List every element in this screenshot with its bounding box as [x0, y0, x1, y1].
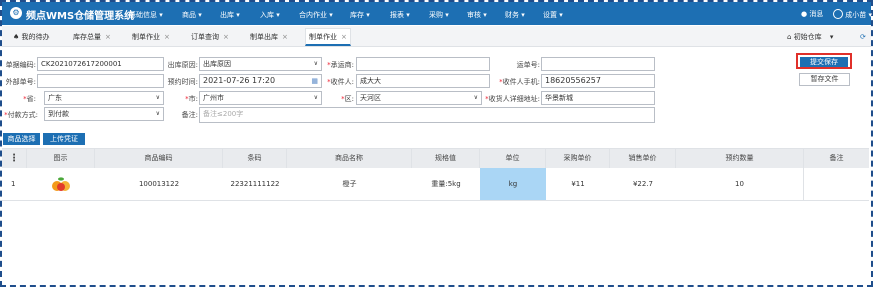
- menu-in-warehouse-ops[interactable]: 合内作业 ▾: [299, 10, 333, 20]
- close-icon[interactable]: ×: [164, 33, 170, 41]
- submit-save-button[interactable]: 提交保存: [800, 57, 848, 67]
- close-icon[interactable]: ×: [282, 33, 288, 41]
- payment-select[interactable]: 到付款 ∨: [44, 107, 164, 121]
- menu-finance[interactable]: 财务 ▾: [505, 10, 525, 20]
- waybill-field[interactable]: [541, 57, 655, 71]
- tab-strip: ♠ 我的待办 库存总量 × 制单作业 × 订单查询 × 制单出库 × 制单作业 × ⌂ 初…: [2, 26, 871, 47]
- out-reason-label: 出库原因:: [167, 61, 198, 69]
- remark-label: 备注:: [181, 111, 198, 119]
- carrier-field[interactable]: [356, 57, 490, 71]
- payment-label: *付款方式:: [4, 111, 38, 119]
- col-remark: 备注: [829, 154, 844, 162]
- menu-inventory[interactable]: 库存 ▾: [350, 10, 370, 20]
- messages-link[interactable]: ● 消息: [801, 9, 823, 19]
- menu-basic-info[interactable]: 基础信息 ▾: [129, 10, 163, 20]
- tab-order-make[interactable]: 制单作业 ×: [129, 29, 173, 45]
- external-no-label: 外部单号:: [5, 78, 36, 86]
- home-icon: ♠: [13, 33, 20, 41]
- cell-remark[interactable]: [804, 168, 869, 200]
- warehouse-icon: ⌂: [787, 33, 792, 41]
- chevron-down-icon: ∨: [313, 94, 318, 101]
- col-code: 商品编码: [95, 149, 223, 168]
- col-barcode: 条码: [223, 149, 287, 168]
- cell-barcode: 22321111122: [230, 180, 280, 188]
- recipient-label: *收件人:: [327, 78, 354, 86]
- city-label: *市:: [185, 95, 198, 103]
- close-icon[interactable]: ×: [223, 33, 229, 41]
- tab-order-make-active[interactable]: 制单作业 ×: [305, 28, 351, 46]
- cell-purchase-price: ¥11: [571, 180, 585, 188]
- doc-no-field[interactable]: CK2021072617200001: [37, 57, 164, 71]
- external-no-field[interactable]: [37, 74, 164, 88]
- district-label: *区:: [341, 95, 354, 103]
- recipient-phone-label: *收件人手机:: [499, 78, 540, 86]
- cell-name: 橙子: [342, 180, 357, 188]
- col-purchase-price: 采购单价: [546, 149, 610, 168]
- carrier-label: *承运商:: [327, 61, 354, 69]
- remark-textarea[interactable]: 备注≤200字: [199, 107, 655, 123]
- tab-order-query[interactable]: 订单查询 ×: [188, 29, 232, 45]
- upload-voucher-button[interactable]: 上传凭证: [43, 133, 85, 145]
- calendar-icon[interactable]: ▦: [311, 75, 318, 87]
- app-title: 频点WMS仓储管理系统: [26, 11, 135, 22]
- district-select[interactable]: 天河区 ∨: [356, 91, 482, 105]
- appt-time-field[interactable]: 2021-07-26 17:20 ▦: [199, 74, 322, 88]
- menu-settings[interactable]: 设置 ▾: [543, 10, 563, 20]
- cell-unit[interactable]: kg: [480, 168, 546, 200]
- user-icon: [833, 9, 843, 19]
- chevron-down-icon: ▾: [829, 33, 834, 41]
- cell-spec: 重量:5kg: [431, 180, 461, 188]
- col-image: 图示: [27, 149, 95, 168]
- tab-inventory-total[interactable]: 库存总量 ×: [70, 29, 114, 45]
- bell-icon: ●: [801, 10, 808, 18]
- waybill-label: 运单号:: [516, 61, 540, 69]
- orange-fruit-icon: [52, 177, 70, 191]
- top-navbar: ⚙ 频点WMS仓储管理系统 基础信息 ▾ 商品 ▾ 出库 ▾ 入库 ▾ 合内作业…: [2, 2, 872, 25]
- menu-goods[interactable]: 商品 ▾: [182, 10, 202, 20]
- logo-icon: ⚙: [10, 7, 22, 19]
- address-field[interactable]: 华景新城: [541, 91, 655, 105]
- menu-outbound[interactable]: 出库 ▾: [220, 10, 240, 20]
- tab-my-todo[interactable]: ♠ 我的待办: [10, 29, 53, 45]
- address-label: *收货人详细地址:: [485, 95, 540, 103]
- recipient-phone-field[interactable]: 18620556257: [541, 74, 655, 88]
- column-menu-icon[interactable]: ⋮: [2, 149, 27, 168]
- cell-code: 100013122: [138, 180, 180, 188]
- warehouse-selector[interactable]: ⌂ 初始仓库 ▾: [784, 29, 836, 45]
- col-unit: 单位: [480, 149, 546, 168]
- col-sale-price: 销售单价: [610, 149, 676, 168]
- close-icon[interactable]: ×: [105, 33, 111, 41]
- menu-reports[interactable]: 报表 ▾: [390, 10, 410, 20]
- province-label: *省:: [23, 95, 36, 103]
- menu-inbound[interactable]: 入库 ▾: [260, 10, 280, 20]
- table-header: ⋮ 图示 商品编码 条码 商品名称 规格值 单位 采购单价 销售单价 预约数量 …: [2, 148, 869, 169]
- chevron-down-icon: ∨: [313, 60, 318, 67]
- product-thumbnail: [27, 168, 95, 200]
- city-select[interactable]: 广州市 ∨: [199, 91, 322, 105]
- col-name: 商品名称: [287, 149, 412, 168]
- user-menu[interactable]: 成小苗 ▾: [833, 9, 872, 20]
- tab-order-outbound[interactable]: 制单出库 ×: [247, 29, 291, 45]
- save-draft-button[interactable]: 暂存文件: [799, 73, 850, 86]
- refresh-icon[interactable]: ⟳: [857, 29, 869, 45]
- recipient-field[interactable]: 成大大: [356, 74, 490, 88]
- menu-purchase[interactable]: 采购 ▾: [429, 10, 449, 20]
- cell-sale-price: ¥22.7: [632, 180, 654, 188]
- row-index: 1: [11, 180, 16, 188]
- chevron-down-icon: ∨: [155, 110, 160, 117]
- select-goods-button[interactable]: 商品选择: [3, 133, 40, 145]
- menu-audit[interactable]: 审核 ▾: [467, 10, 487, 20]
- out-reason-select[interactable]: 出库原因 ∨: [199, 57, 322, 71]
- table-row[interactable]: 1 100013122 22321111122 橙子 重量:5kg kg ¥11…: [2, 168, 869, 201]
- province-select[interactable]: 广东 ∨: [44, 91, 164, 105]
- chevron-down-icon: ∨: [155, 94, 160, 101]
- cell-appt-qty[interactable]: 10: [676, 168, 804, 200]
- appt-time-label: 预约时间:: [167, 78, 198, 86]
- col-appt-qty: 预约数量: [676, 149, 804, 168]
- doc-no-label: 单据编码:: [5, 61, 36, 69]
- col-spec: 规格值: [412, 149, 480, 168]
- close-icon[interactable]: ×: [341, 33, 347, 41]
